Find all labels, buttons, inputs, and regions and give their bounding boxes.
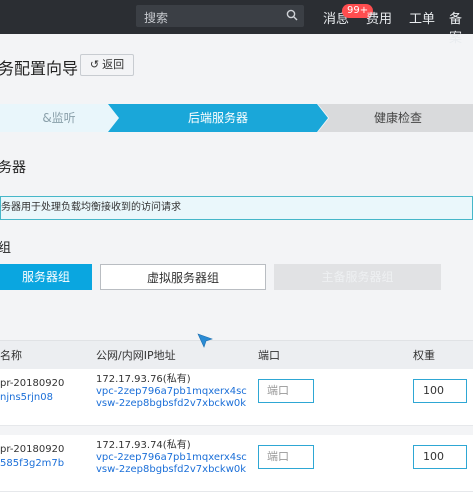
info-banner: 务器用于处理负载均衡接收到的访问请求 — [0, 196, 473, 220]
weight-input[interactable]: 100 — [413, 445, 467, 469]
tickets-link[interactable]: 工单 — [409, 8, 435, 27]
section-title: 务器 — [0, 160, 26, 176]
vpc-link[interactable]: vpc-2zep796a7pb1mqxerx4sc — [96, 386, 247, 398]
server-id-link[interactable]: 585f3g2m7b — [0, 458, 64, 470]
step-listener[interactable]: &监听 — [0, 104, 118, 132]
col-name: 名称 — [0, 349, 22, 362]
server-id-link[interactable]: njns5rjn08 — [0, 392, 53, 404]
server-ip: 172.17.93.74(私有) — [96, 440, 191, 451]
search-input[interactable]: 搜索 — [144, 9, 168, 26]
back-button[interactable]: ↺ 返回 — [80, 54, 134, 76]
search-icon[interactable] — [286, 9, 298, 21]
filing-link[interactable]: 备案 — [449, 8, 473, 46]
page-title: 务配置向导 — [0, 59, 79, 78]
billing-link[interactable]: 费用 — [366, 8, 392, 27]
server-ip: 172.17.93.76(私有) — [96, 374, 191, 385]
table-row: pr-20180920 njns5rjn08 172.17.93.76(私有) … — [0, 369, 473, 426]
back-button-label: 返回 — [102, 58, 125, 71]
step-backend-servers[interactable]: 后端服务器 — [108, 104, 328, 132]
port-input[interactable]: 端口 — [258, 445, 314, 469]
server-name: pr-20180920 — [0, 444, 65, 455]
col-weight: 权重 — [413, 349, 435, 362]
top-navigation-bar: 搜索 消息 99+ 费用 工单 备案 — [0, 0, 473, 46]
mouse-pointer-icon — [197, 333, 213, 348]
search-box[interactable]: 搜索 — [136, 5, 304, 27]
vswitch-link[interactable]: vsw-2zep8bgbsfd2v7xbckw0k — [96, 464, 246, 476]
vswitch-link[interactable]: vsw-2zep8bgbsfd2v7xbckw0k — [96, 398, 246, 410]
step-health-check[interactable]: 健康检查 — [318, 104, 473, 132]
vserver-group-tab[interactable]: 虚拟服务器组 — [100, 264, 266, 290]
back-arrow-icon: ↺ — [89, 58, 100, 71]
col-port: 端口 — [258, 349, 280, 362]
col-ip: 公网/内网IP地址 — [96, 349, 176, 362]
server-group-label: 组 — [0, 241, 12, 256]
server-name: pr-20180920 — [0, 378, 65, 389]
wizard-steps: &监听 健康检查 后端服务器 — [0, 104, 473, 132]
vpc-link[interactable]: vpc-2zep796a7pb1mqxerx4sc — [96, 452, 247, 464]
table-row: pr-20180920 585f3g2m7b 172.17.93.74(私有) … — [0, 435, 473, 492]
master-slave-group-tab[interactable]: 主备服务器组 — [274, 264, 441, 290]
table-header: 名称 公网/内网IP地址 端口 权重 — [0, 340, 473, 370]
weight-input[interactable]: 100 — [413, 379, 467, 403]
port-input[interactable]: 端口 — [258, 379, 314, 403]
default-server-group-tab[interactable]: 服务器组 — [0, 264, 92, 290]
